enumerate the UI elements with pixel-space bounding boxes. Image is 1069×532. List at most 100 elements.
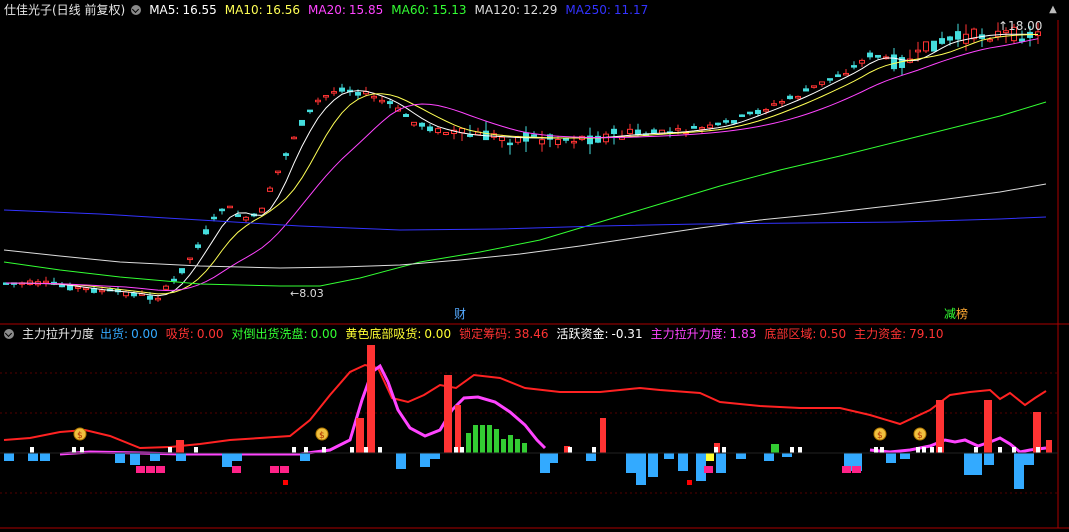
candle-body [243, 216, 249, 221]
candle-body [411, 121, 417, 126]
pink-block [232, 466, 241, 473]
outflow-bar [300, 453, 310, 461]
chart-canvas[interactable]: ↑18.00 ←8.03 财 减榜 $ $ $ $ [0, 0, 1069, 532]
candle-body [675, 128, 681, 131]
red-dot [687, 480, 692, 485]
money-bag-icon: $ [77, 431, 83, 441]
money-bag-icon: $ [917, 431, 923, 441]
wash-bar [771, 444, 779, 453]
wash-legend: 对倒出货洗盘: 0.00 [231, 327, 338, 341]
tick-mark [916, 447, 920, 453]
main-funds-legend: 主力资金: 79.10 [854, 327, 944, 341]
tick-mark [974, 447, 978, 453]
candle-body [43, 280, 49, 284]
outflow-bar [4, 453, 14, 461]
main-chart-header: 仕佳光子(日线 前复权) MA5: 16.55 MA10: 16.56 MA20: 1… [4, 1, 656, 19]
tick-mark [80, 447, 84, 453]
absorb-bar [936, 400, 944, 453]
chevron-up-icon[interactable]: ▲ [1047, 4, 1059, 16]
candle-body [715, 122, 721, 126]
candle-body [779, 100, 785, 104]
candle-body [59, 284, 65, 288]
candle-body [171, 278, 177, 282]
indicator-title[interactable]: 主力拉升力度 [22, 325, 94, 343]
wash-bar [515, 439, 520, 453]
candle-body [571, 140, 577, 144]
candle-body [1019, 38, 1025, 42]
candle-body [611, 128, 617, 135]
ma20-line [5, 38, 1039, 291]
candle-body [707, 124, 713, 129]
candle-body [203, 229, 209, 235]
outflow-bar [115, 453, 125, 463]
event-marker: 榜 [956, 306, 968, 321]
tick-mark [322, 447, 326, 453]
candle-body [691, 126, 697, 129]
candle-body [467, 134, 473, 137]
candle-body [323, 95, 329, 98]
candle-body [939, 38, 945, 44]
outflow-bar [678, 453, 688, 471]
chevron-down-icon[interactable] [4, 329, 14, 339]
wash-bar [501, 439, 506, 453]
candle-body [275, 170, 281, 174]
candle-body [755, 109, 761, 115]
candle-body [891, 54, 897, 70]
kline-chart-window: ↑18.00 ←8.03 财 减榜 $ $ $ $ 仕佳光子(日线 前复权) MA5: 16.5… [0, 0, 1069, 532]
tick-mark [880, 447, 884, 453]
candle-body [147, 295, 153, 300]
candle-body [435, 128, 441, 134]
candle-body [307, 109, 313, 113]
tick-mark [364, 447, 368, 453]
outflow-bar [972, 453, 982, 475]
yellow-block [706, 453, 714, 461]
outflow-bar [782, 453, 792, 457]
outflow-bar [430, 453, 440, 459]
tick-mark [460, 447, 464, 453]
tick-mark [30, 447, 34, 453]
candle-body [499, 136, 505, 142]
ma20-legend: MA20: 15.85 [308, 3, 384, 17]
candle-body [227, 205, 233, 209]
candle-body [315, 99, 321, 103]
candle-body [427, 126, 433, 132]
pink-block [280, 466, 289, 473]
candle-body [739, 114, 745, 117]
money-bag-icon: $ [877, 431, 883, 441]
stock-title[interactable]: 仕佳光子(日线 前复权) [4, 1, 125, 19]
tick-mark [938, 447, 942, 453]
wash-bar [508, 435, 513, 453]
outflow-bar [886, 453, 896, 463]
wash-bar [466, 433, 471, 453]
tick-mark [592, 447, 596, 453]
candle-body [195, 244, 201, 248]
ma250-legend: MA250: 11.17 [565, 3, 649, 17]
candle-body [763, 109, 769, 112]
candle-body [747, 111, 753, 115]
candle-body [163, 285, 169, 290]
tick-mark [930, 447, 934, 453]
candle-body [699, 127, 705, 130]
chevron-down-icon[interactable] [131, 5, 142, 15]
pink-block [852, 466, 861, 473]
tick-mark [292, 447, 296, 453]
candle-body [387, 101, 393, 105]
candle-body [179, 268, 185, 274]
ma5-legend: MA5: 16.55 [149, 3, 217, 17]
candle-body [787, 95, 793, 100]
candle-body [819, 81, 825, 85]
candle-body [299, 119, 305, 126]
tick-mark [1012, 447, 1016, 453]
candle-body [827, 78, 833, 81]
candle-body [403, 114, 409, 117]
outflow-bar [664, 453, 674, 459]
outflow-bar [130, 453, 140, 465]
outflow-bar [636, 453, 646, 485]
candle-body [723, 120, 729, 123]
ma120-line [3, 183, 1047, 269]
wash-bar [473, 425, 478, 453]
candle-body [235, 214, 241, 217]
candle-body [867, 52, 873, 58]
candle-body [283, 153, 289, 156]
tick-mark [194, 447, 198, 453]
